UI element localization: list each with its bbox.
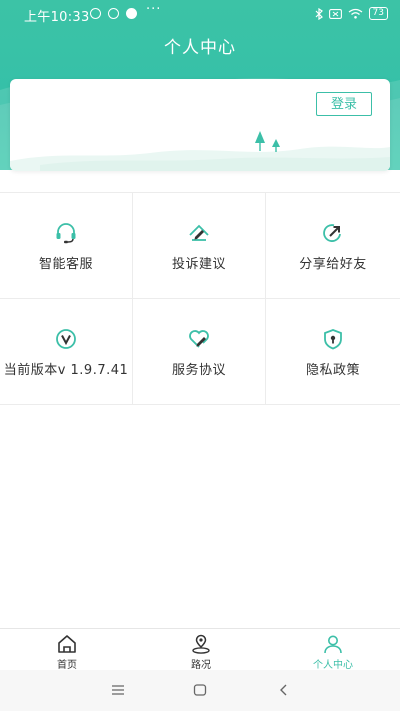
grid-item-share[interactable]: 分享给好友 [266,193,400,299]
grid-item-label: 当前版本v 1.9.7.41 [3,363,129,378]
status-right: 73 [315,7,388,20]
grid-item-customer-service[interactable]: 智能客服 [0,193,133,299]
status-bar: 上午10:33 ··· 73 [0,0,400,28]
menu-icon[interactable] [110,682,126,698]
grid-item-label: 分享给好友 [299,257,367,272]
tab-road-condition[interactable]: 路况 [134,629,268,671]
agreement-icon [189,330,209,348]
grid-item-agreement[interactable]: 服务协议 [133,299,266,405]
home-button-icon[interactable] [192,682,208,698]
user-card: 登录 [10,79,390,171]
status-time: 上午10:33 [24,10,90,25]
version-icon [56,329,76,349]
wifi-icon [348,8,362,19]
grid-item-label: 投诉建议 [171,257,226,272]
privacy-shield-icon [324,329,342,350]
tab-personal-center[interactable]: 个人中心 [266,629,400,671]
feature-grid: 智能客服 投诉建议 分享给好友 当前版本v 1.9.7.41 服务协议 隐私政策 [0,192,400,407]
page-title: 个人中心 [164,38,236,58]
grid-item-privacy[interactable]: 隐私政策 [266,299,400,405]
battery-icon: 73 [368,7,388,20]
grid-item-complaint[interactable]: 投诉建议 [133,193,266,299]
tab-label: 路况 [191,660,211,671]
grid-item-label: 隐私政策 [305,363,360,378]
landscape-illustration [10,131,390,171]
app-notification-icon [90,8,101,19]
grid-item-label: 智能客服 [38,257,93,272]
road-condition-icon [192,634,210,654]
bluetooth-icon [315,7,323,20]
home-icon [58,635,76,653]
system-nav-bar [0,670,400,711]
complaint-icon [189,224,209,241]
message-notification-icon [126,8,137,19]
grid-item-version[interactable]: 当前版本v 1.9.7.41 [0,299,133,405]
tab-label: 个人中心 [313,660,353,671]
tab-home[interactable]: 首页 [0,629,134,671]
back-icon[interactable] [276,682,292,698]
more-notifications-icon: ··· [146,2,162,17]
app-notification-icon [108,8,119,19]
person-icon [324,635,342,654]
login-button[interactable]: 登录 [316,92,372,116]
share-icon [323,224,341,242]
grid-item-label: 服务协议 [171,363,226,378]
tab-label: 首页 [57,660,77,671]
bottom-tab-bar: 首页 路况 个人中心 [0,628,400,671]
sim-icon [328,8,342,19]
headset-icon [56,223,76,244]
